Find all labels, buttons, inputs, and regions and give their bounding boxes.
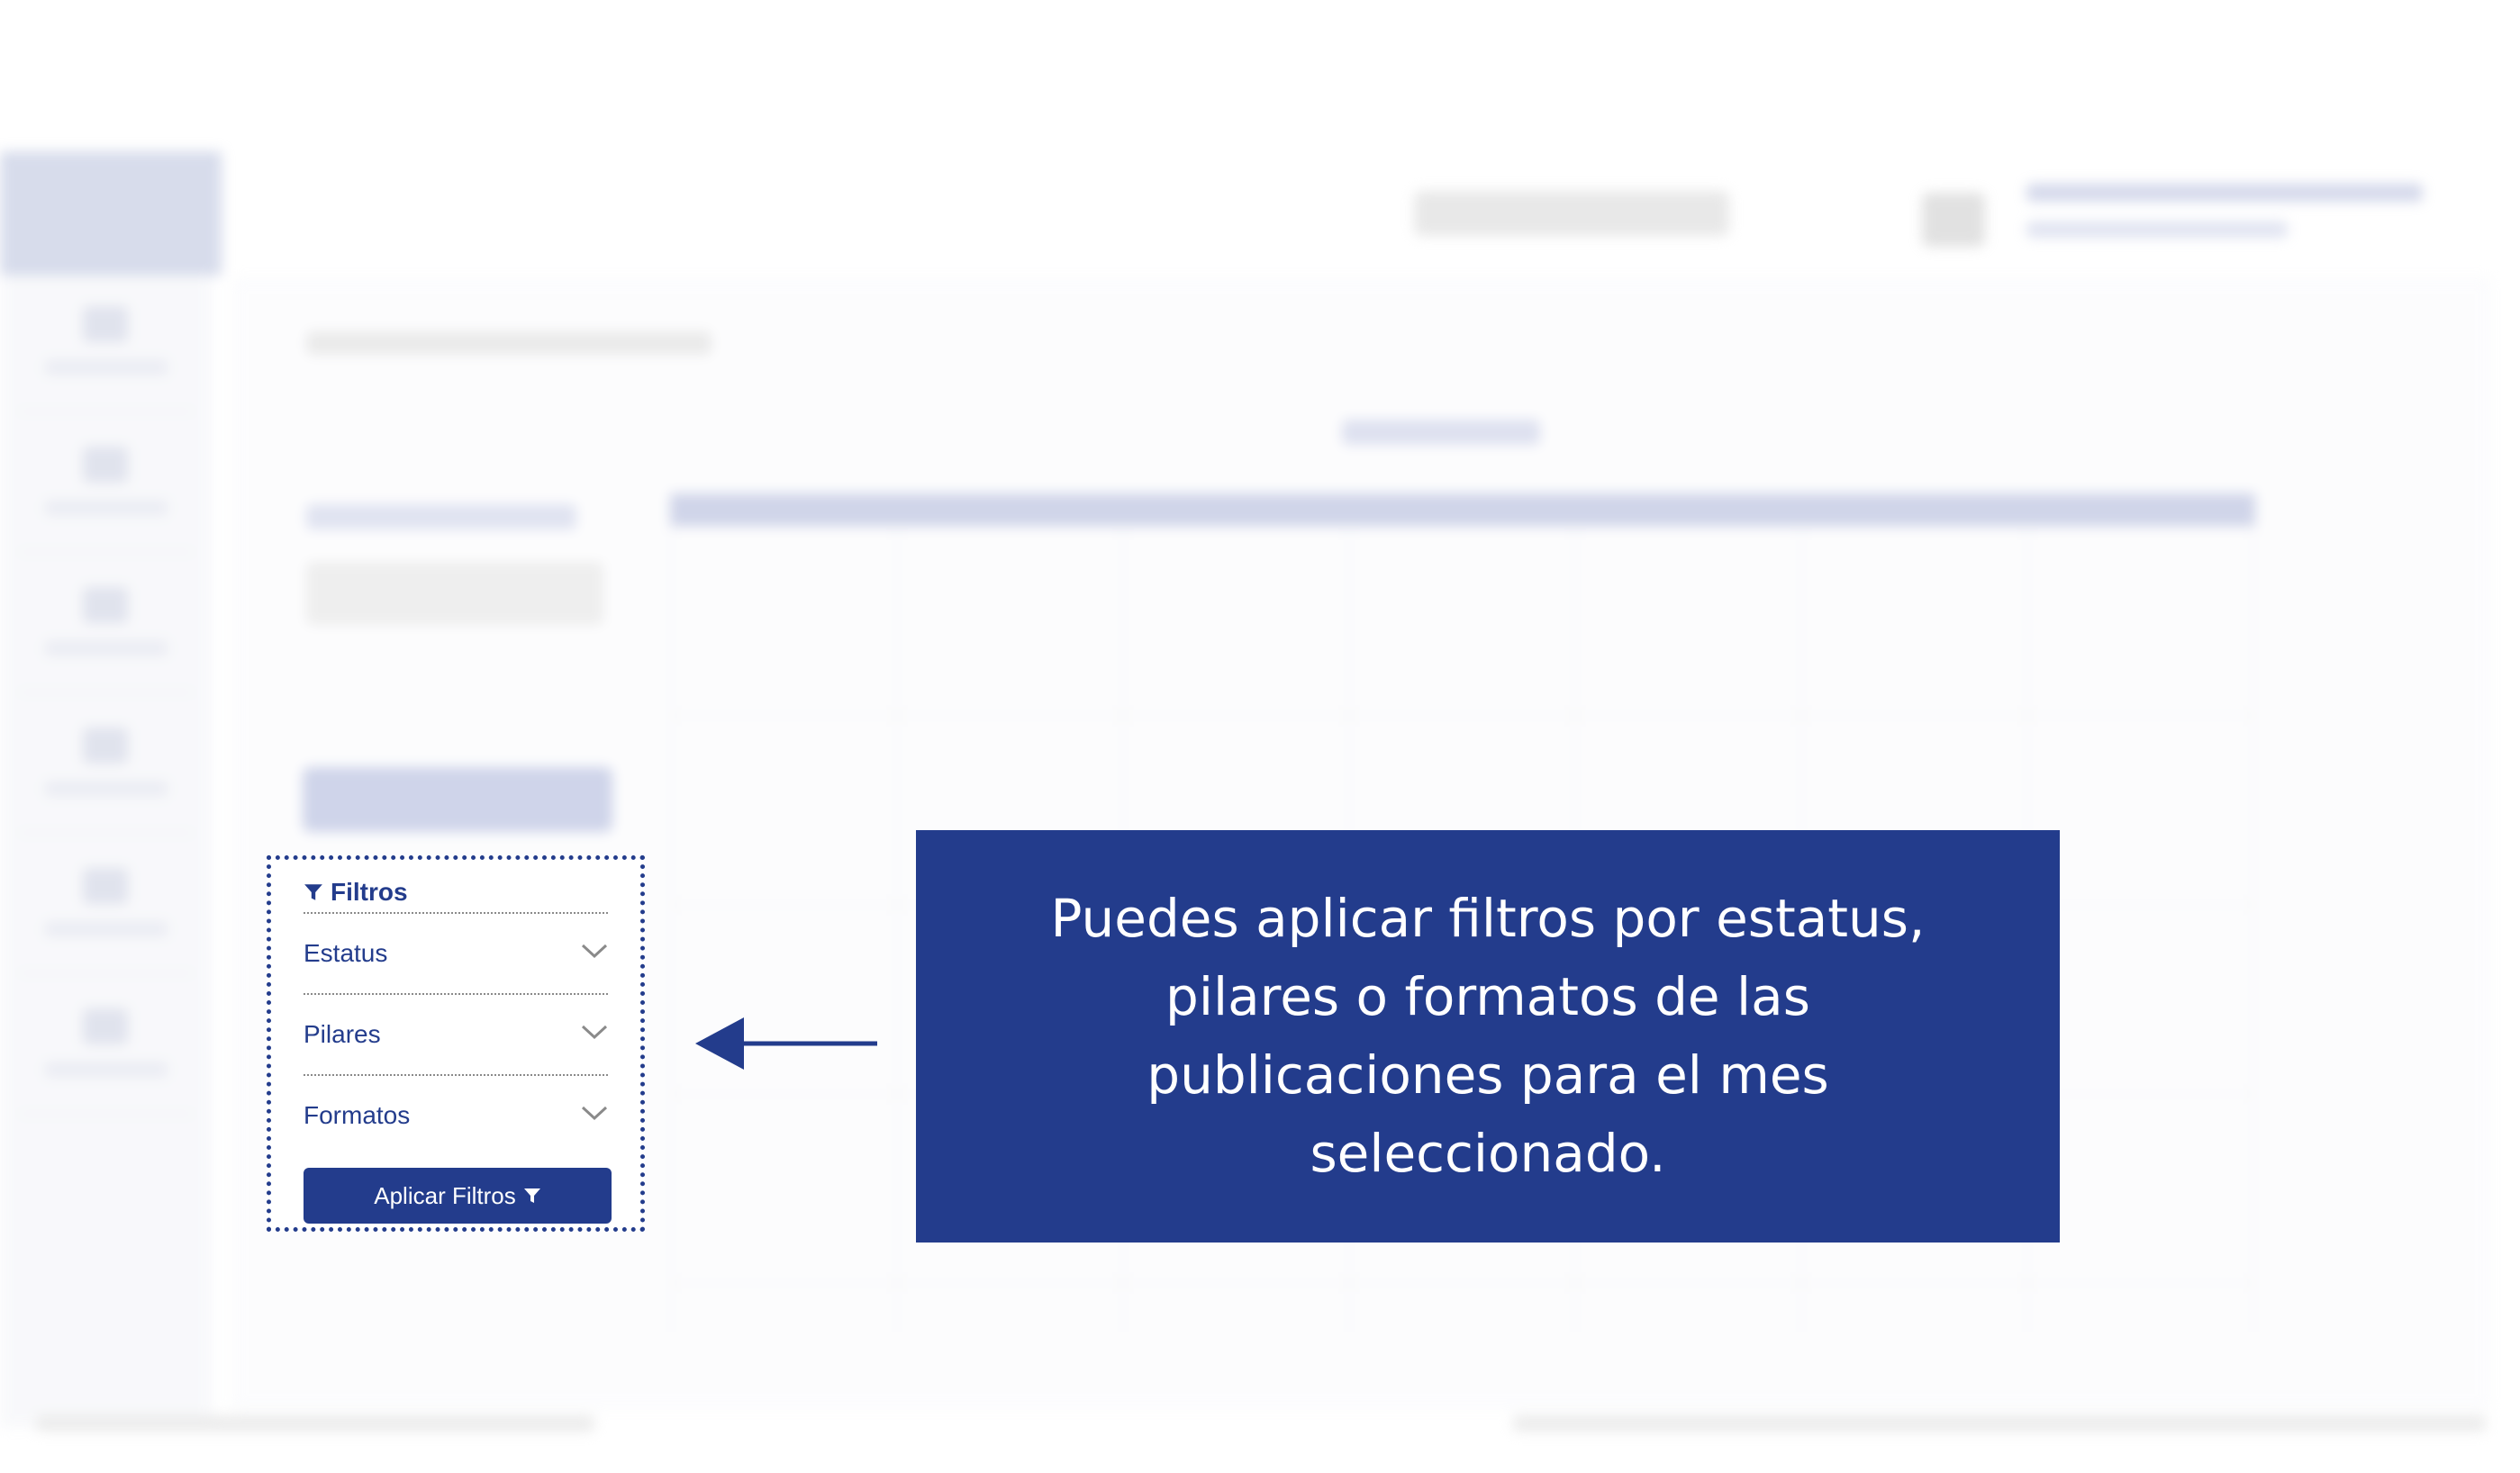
- sidebar-item-label: [45, 922, 168, 936]
- page-title: [306, 331, 712, 355]
- footer-copyright: [36, 1415, 594, 1432]
- filter-label: Pilares: [304, 1020, 381, 1048]
- footer-links: [1513, 1415, 2486, 1432]
- user-role: [2026, 221, 2288, 238]
- filter-label: Formatos: [304, 1101, 411, 1129]
- avatar: [1922, 193, 1985, 247]
- sidebar-item-icon: [83, 1008, 128, 1044]
- sidebar-item-label: [45, 360, 168, 375]
- brand-logo: [1414, 191, 1729, 236]
- sidebar-item-label: [45, 641, 168, 655]
- calendar-month-title: [1342, 420, 1540, 445]
- filters-title: Filtros: [331, 878, 408, 906]
- filters-heading: Filtros: [304, 878, 408, 907]
- sidebar-item: [18, 697, 195, 834]
- sidebar-item-icon: [83, 587, 128, 623]
- summary-button: [303, 767, 612, 832]
- filter-dropdown-pilares[interactable]: Pilares: [304, 993, 608, 1074]
- filters-panel: Filtros Estatus Pilares Formatos Aplicar…: [267, 855, 645, 1232]
- sidebar-item-icon: [83, 868, 128, 904]
- chevron-down-icon: [581, 1106, 608, 1121]
- sidebar-item-icon: [83, 727, 128, 764]
- sidebar-item: [18, 556, 195, 693]
- tutorial-callout: Puedes aplicar filtros por estatus, pila…: [916, 830, 2060, 1243]
- sidebar-item-label: [45, 501, 168, 515]
- calendar-weekday-header: [670, 493, 2255, 526]
- sidebar-item-label: [45, 782, 168, 796]
- apply-filters-label: Aplicar Filtros: [374, 1181, 516, 1209]
- apply-filters-button[interactable]: Aplicar Filtros: [304, 1168, 612, 1224]
- callout-text: Puedes aplicar filtros por estatus, pila…: [1050, 888, 1926, 1184]
- posts-summary-text: [306, 562, 603, 625]
- sidebar-item: [18, 837, 195, 974]
- chevron-down-icon: [581, 944, 608, 959]
- sidebar: [0, 276, 213, 1428]
- user-name: [2026, 184, 2423, 202]
- sidebar-item: [18, 416, 195, 553]
- blurred-background-app: [0, 0, 2520, 1473]
- sidebar-item-label: [45, 1062, 168, 1077]
- filter-dropdown-estatus[interactable]: Estatus: [304, 912, 608, 993]
- sidebar-item: [18, 276, 195, 412]
- sidebar-header: [0, 151, 222, 405]
- sidebar-item: [18, 978, 195, 1115]
- filter-label: Estatus: [304, 939, 388, 967]
- sidebar-item-icon: [83, 447, 128, 483]
- funnel-icon: [304, 884, 322, 900]
- posts-summary-title: [306, 504, 576, 529]
- sidebar-item-icon: [83, 306, 128, 342]
- arrow-left-icon: [695, 1017, 877, 1070]
- filter-dropdown-formatos[interactable]: Formatos: [304, 1074, 608, 1155]
- chevron-down-icon: [581, 1025, 608, 1040]
- funnel-icon: [523, 1188, 540, 1203]
